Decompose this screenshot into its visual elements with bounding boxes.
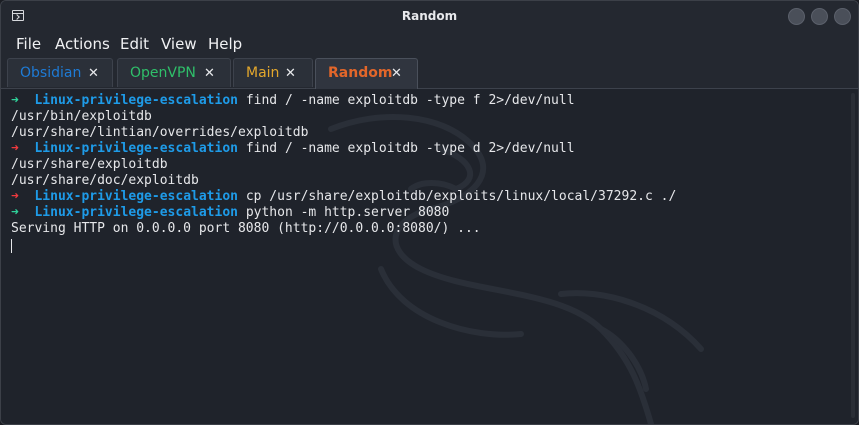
scrollbar[interactable] — [851, 93, 855, 418]
command-text: find / -name exploitdb -type f 2>/dev/nu… — [245, 93, 575, 108]
menu-help[interactable]: Help — [208, 35, 242, 53]
prompt-arrow-icon: ➜ — [11, 205, 19, 220]
tab-openvpn[interactable]: OpenVPN ✕ — [117, 58, 231, 87]
menu-actions[interactable]: Actions — [55, 35, 110, 53]
output-line: Serving HTTP on 0.0.0.0 port 8080 (http:… — [11, 221, 481, 236]
prompt-directory: Linux-privilege-escalation — [34, 205, 238, 220]
tab-obsidian[interactable]: Obsidian ✕ — [7, 58, 113, 87]
menu-file[interactable]: File — [16, 35, 41, 53]
tab-label: Main — [246, 65, 280, 81]
close-icon[interactable]: ✕ — [88, 66, 99, 81]
minimize-button[interactable] — [788, 8, 805, 25]
prompt-line: ➜ Linux-privilege-escalation find / -nam… — [11, 93, 575, 109]
command-text: cp /usr/share/exploitdb/exploits/linux/l… — [245, 189, 677, 204]
close-button[interactable] — [834, 8, 851, 25]
tab-main[interactable]: Main ✕ — [233, 58, 313, 87]
prompt-line: ➜ Linux-privilege-escalation cp /usr/sha… — [11, 189, 676, 205]
window-title: Random — [401, 9, 458, 23]
maximize-button[interactable] — [811, 8, 828, 25]
prompt-arrow-icon: ➜ — [11, 93, 19, 108]
close-icon[interactable]: ✕ — [204, 66, 215, 81]
command-text: find / -name exploitdb -type d 2>/dev/nu… — [245, 141, 575, 156]
close-icon[interactable]: ✕ — [285, 66, 296, 81]
menu-edit[interactable]: Edit — [120, 35, 149, 53]
close-icon[interactable]: ✕ — [391, 66, 402, 81]
prompt-directory: Linux-privilege-escalation — [34, 93, 238, 108]
menu-bar: File Actions Edit View Help — [1, 32, 858, 56]
title-bar[interactable]: Random — [1, 1, 858, 32]
terminal-window: Random File Actions Edit View Help Obsid… — [0, 0, 859, 425]
prompt-arrow-icon: ➜ — [11, 141, 19, 156]
tab-label: Random — [328, 65, 393, 81]
output-line: /usr/share/doc/exploitdb — [11, 173, 199, 188]
prompt-arrow-icon: ➜ — [11, 189, 19, 204]
tab-bar: Obsidian ✕ OpenVPN ✕ Main ✕ Random ✕ — [1, 56, 858, 89]
output-line: /usr/bin/exploitdb — [11, 109, 152, 124]
menu-view[interactable]: View — [161, 35, 197, 53]
tab-label: OpenVPN — [130, 65, 196, 81]
tab-label: Obsidian — [20, 65, 82, 81]
text-cursor — [11, 239, 12, 253]
prompt-line: ➜ Linux-privilege-escalation find / -nam… — [11, 141, 575, 157]
tab-random[interactable]: Random ✕ — [315, 58, 418, 89]
output-line: /usr/share/exploitdb — [11, 157, 168, 172]
terminal-output[interactable]: ➜ Linux-privilege-escalation find / -nam… — [1, 89, 858, 424]
command-text: python -m http.server 8080 — [245, 205, 450, 220]
prompt-directory: Linux-privilege-escalation — [34, 141, 238, 156]
prompt-directory: Linux-privilege-escalation — [34, 189, 238, 204]
output-line: /usr/share/lintian/overrides/exploitdb — [11, 125, 309, 140]
prompt-line: ➜ Linux-privilege-escalation python -m h… — [11, 205, 449, 221]
